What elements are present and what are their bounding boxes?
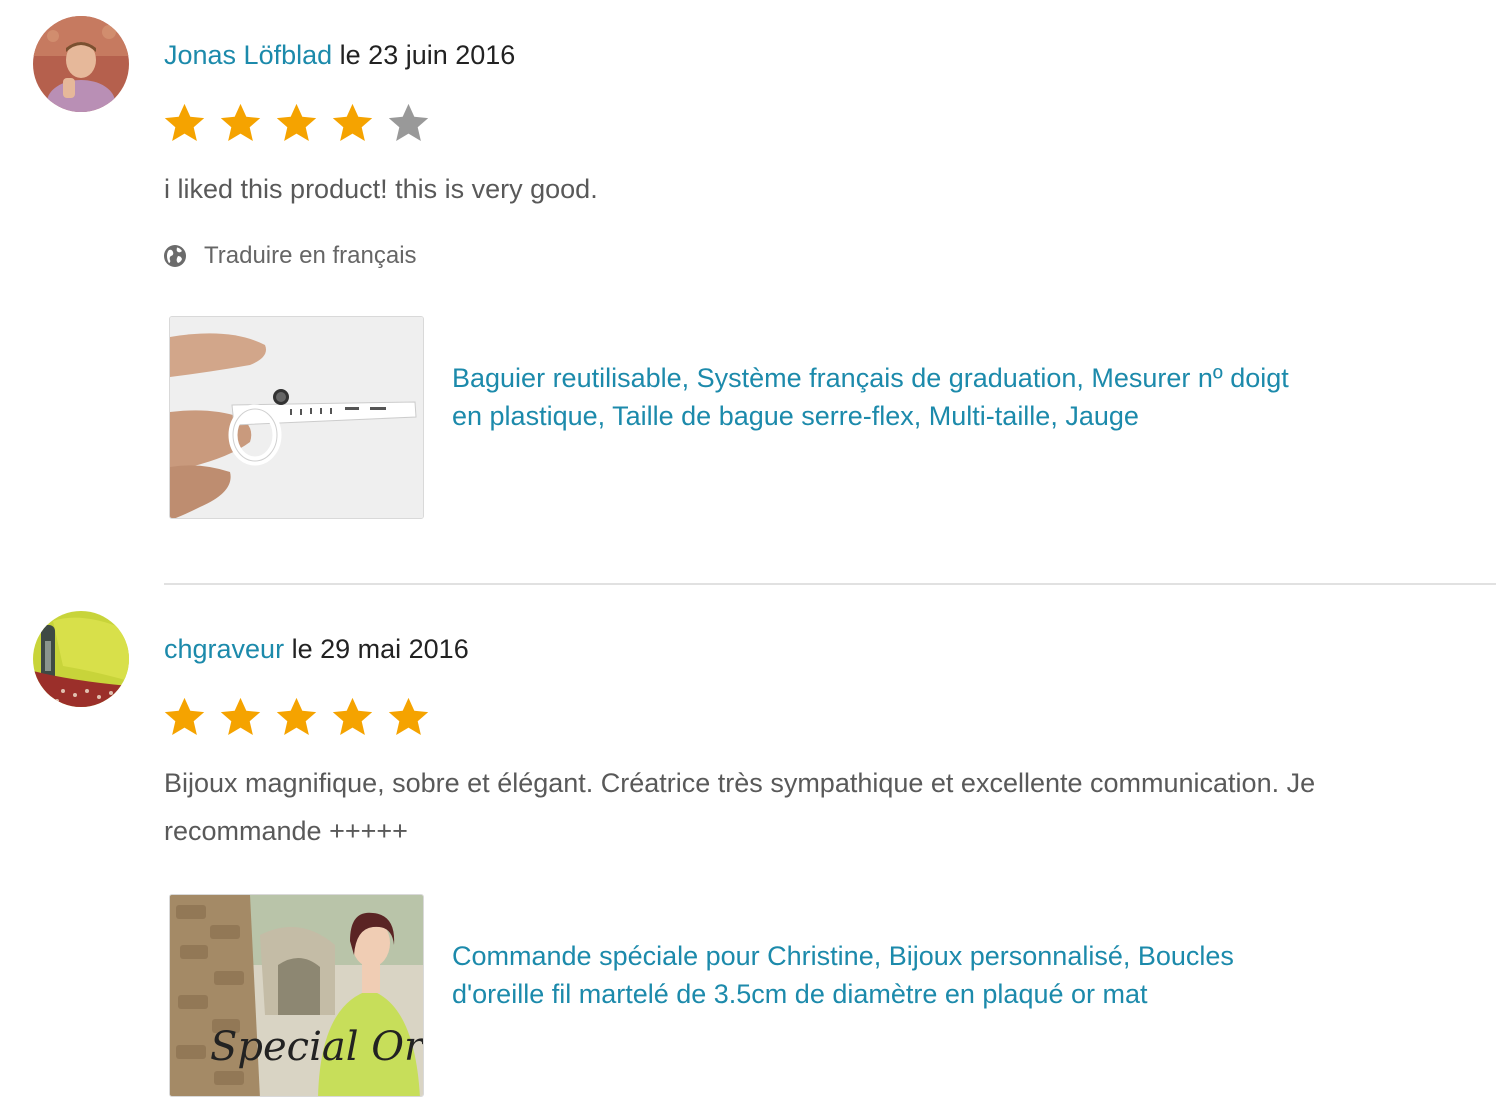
reviewer-name-link[interactable]: Jonas Löfblad — [164, 40, 332, 70]
star-filled-icon — [388, 697, 429, 735]
review-date: le 23 juin 2016 — [339, 40, 516, 70]
star-filled-icon — [164, 697, 205, 735]
review-item: chgraveur le 29 mai 2016 Bijoux magnifiq… — [0, 585, 1496, 1118]
star-filled-icon — [332, 103, 373, 141]
translate-link[interactable]: Traduire en français — [163, 240, 417, 272]
special-order-caption: Special Order — [210, 1024, 424, 1070]
star-rating — [162, 101, 431, 146]
translate-label: Traduire en français — [204, 242, 417, 269]
star-filled-icon — [276, 103, 317, 141]
product-title-link[interactable]: Commande spéciale pour Christine, Bijoux… — [452, 937, 1312, 1013]
product-image: Special Order — [170, 895, 424, 1096]
product-thumbnail[interactable]: Special Order — [169, 894, 424, 1097]
globe-icon — [164, 245, 186, 267]
product-image — [170, 317, 423, 518]
star-filled-icon — [332, 697, 373, 735]
review-text: Bijoux magnifique, sobre et élégant. Cré… — [164, 768, 1316, 846]
review-date: le 29 mai 2016 — [291, 634, 469, 664]
star-filled-icon — [164, 103, 205, 141]
reviewer-avatar[interactable] — [33, 611, 129, 707]
review-item: Jonas Löfblad le 23 juin 2016 i liked th… — [0, 0, 1496, 584]
review-text: i liked this product! this is very good. — [164, 174, 598, 204]
product-title-link[interactable]: Baguier reutilisable, Système français d… — [452, 359, 1312, 435]
star-empty-icon — [388, 103, 429, 141]
review-header: chgraveur le 29 mai 2016 — [164, 634, 469, 665]
avatar-photo — [33, 16, 129, 112]
reviewer-name-link[interactable]: chgraveur — [164, 634, 284, 664]
review-header: Jonas Löfblad le 23 juin 2016 — [164, 40, 515, 71]
product-thumbnail[interactable] — [169, 316, 424, 519]
star-filled-icon — [220, 103, 261, 141]
star-filled-icon — [220, 697, 261, 735]
star-filled-icon — [276, 697, 317, 735]
reviewer-avatar[interactable] — [33, 16, 129, 112]
star-rating — [162, 695, 431, 740]
avatar-photo — [33, 611, 129, 707]
